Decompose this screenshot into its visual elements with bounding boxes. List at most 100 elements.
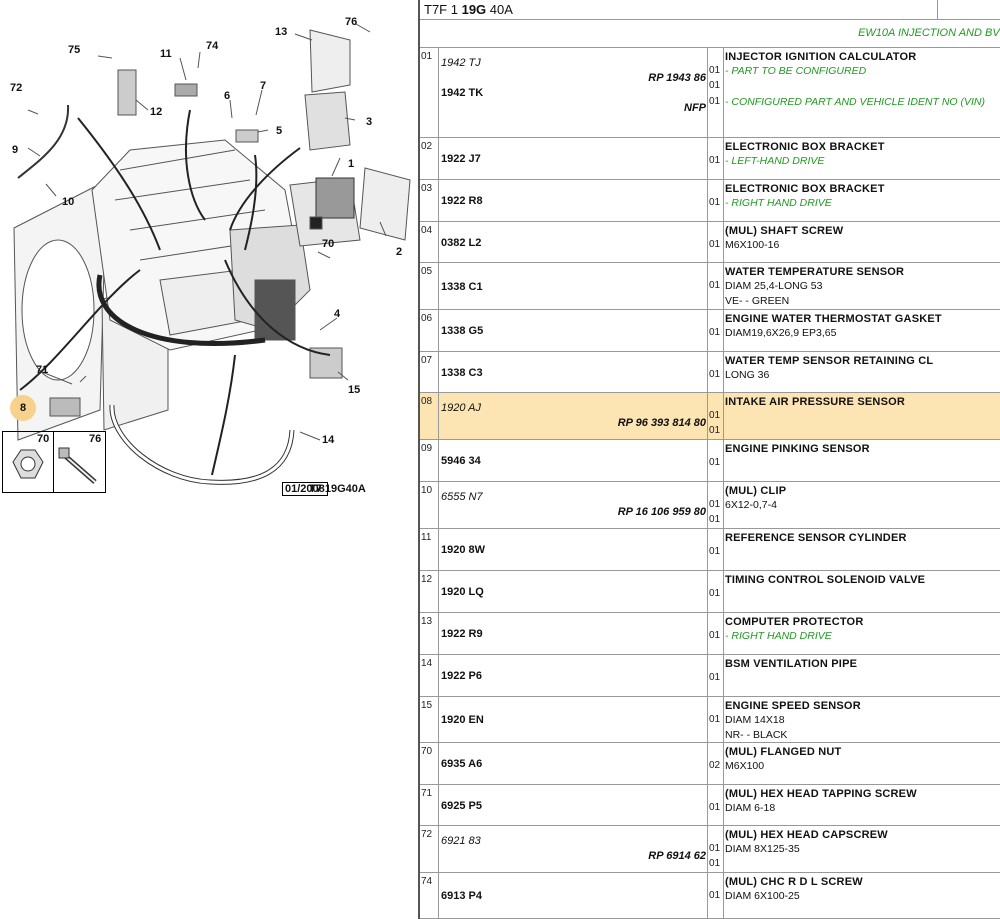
part-reference[interactable]: 1942 TJ (441, 57, 481, 69)
table-row[interactable]: 12 1920 LQ 01 TIMING CONTROL SOLENOID VALVE (420, 571, 1000, 613)
quantity: 01 (709, 197, 721, 208)
callout-3[interactable]: 3 (366, 116, 372, 128)
part-reference[interactable]: 1922 R9 (441, 628, 483, 640)
callout-2[interactable]: 2 (396, 246, 402, 258)
diagram-footer: 01/2008 T7 19G40A (282, 482, 366, 496)
part-description: ELECTRONIC BOX BRACKET (725, 141, 885, 153)
part-reference[interactable]: 1922 R8 (441, 195, 483, 207)
quantity: 01 (709, 155, 721, 166)
quantity: 01 (709, 714, 721, 725)
replacement-ref[interactable]: NFP (684, 102, 706, 114)
part-reference[interactable]: 6925 P5 (441, 800, 482, 812)
callout-7[interactable]: 7 (260, 80, 266, 92)
part-description: TIMING CONTROL SOLENOID VALVE (725, 574, 926, 586)
table-row[interactable]: 11 1920 8W 01 REFERENCE SENSOR CYLINDER (420, 529, 1000, 571)
callout-10[interactable]: 10 (62, 196, 74, 208)
table-row[interactable]: 74 6913 P4 01 (MUL) CHC R D L SCREW DIAM 6X1… (420, 873, 1000, 919)
part-reference[interactable]: 6555 N7 (441, 491, 483, 503)
part-description: (MUL) CLIP (725, 485, 787, 497)
replacement-ref[interactable]: RP 96 393 814 80 (618, 417, 706, 429)
part-reference[interactable]: 1922 P6 (441, 670, 482, 682)
item-number: 72 (421, 829, 433, 840)
part-description: (MUL) HEX HEAD CAPSCREW (725, 829, 888, 841)
table-row[interactable]: 70 6935 A6 02 (MUL) FLANGED NUT M6X100 (420, 743, 1000, 785)
part-reference[interactable]: 1922 J7 (441, 153, 481, 165)
item-number: 08 (421, 396, 433, 407)
quantity: 01 (709, 630, 721, 641)
table-row[interactable]: 01 1942 TJ RP 1943 86 1942 TK NFP 01 01 01 INJEC… (420, 48, 1000, 138)
part-reference[interactable]: 5946 34 (441, 455, 481, 467)
part-spec: 6X12-0,7-4 (725, 499, 777, 511)
part-reference[interactable]: 1920 EN (441, 714, 484, 726)
part-reference[interactable]: 1338 G5 (441, 325, 483, 337)
part-reference[interactable]: 6921 83 (441, 835, 481, 847)
item-number: 71 (421, 788, 433, 799)
callout-76[interactable]: 76 (345, 16, 357, 28)
callout-72[interactable]: 72 (10, 82, 22, 94)
callout-11[interactable]: 11 (160, 48, 172, 60)
part-reference[interactable]: 1920 AJ (441, 402, 481, 414)
part-reference[interactable]: 1920 LQ (441, 586, 484, 598)
item-number: 03 (421, 183, 433, 194)
table-row[interactable]: 05 1338 C1 01 WATER TEMPERATURE SENSOR DIAM … (420, 263, 1000, 310)
part-reference[interactable]: 1942 TK (441, 87, 483, 99)
callout-12[interactable]: 12 (150, 106, 162, 118)
part-spec: VE- - GREEN (725, 295, 790, 307)
table-row[interactable]: 09 5946 34 01 ENGINE PINKING SENSOR (420, 440, 1000, 482)
table-row[interactable]: 06 1338 G5 01 ENGINE WATER THERMOSTAT GASKE… (420, 310, 1000, 352)
callout-70[interactable]: 70 (322, 238, 334, 250)
callout-14[interactable]: 14 (322, 434, 334, 446)
quantity: 01 (709, 410, 721, 421)
table-row[interactable]: 10 6555 N7 RP 16 106 959 80 01 01 (MUL) CLIP 6… (420, 482, 1000, 529)
part-reference[interactable]: 6913 P4 (441, 890, 482, 902)
replacement-ref[interactable]: RP 16 106 959 80 (618, 506, 706, 518)
table-row[interactable]: 04 0382 L2 01 (MUL) SHAFT SCREW M6X100-16 (420, 222, 1000, 263)
part-spec: M6X100-16 (725, 239, 780, 251)
part-description: COMPUTER PROTECTOR (725, 616, 864, 628)
part-description: (MUL) HEX HEAD TAPPING SCREW (725, 788, 917, 800)
table-row[interactable]: 13 1922 R9 01 COMPUTER PROTECTOR - RIGHT HAN… (420, 613, 1000, 655)
part-description: (MUL) FLANGED NUT (725, 746, 842, 758)
callout-71[interactable]: 71 (36, 364, 48, 376)
quantity: 01 (709, 425, 721, 436)
quantity: 01 (709, 239, 721, 250)
table-row[interactable]: 03 1922 R8 01 ELECTRONIC BOX BRACKET - RIGHT… (420, 180, 1000, 222)
plate-subtitle: EW10A INJECTION AND BVM L (858, 27, 1000, 39)
table-row[interactable]: 71 6925 P5 01 (MUL) HEX HEAD TAPPING SCREW D… (420, 785, 1000, 826)
callout-9[interactable]: 9 (12, 144, 18, 156)
table-row[interactable]: 08 1920 AJ RP 96 393 814 80 01 01 INTAKE AIR … (420, 393, 1000, 440)
quantity: 01 (709, 499, 721, 510)
fitment-note: - RIGHT HAND DRIVE (725, 197, 832, 209)
callout-6[interactable]: 6 (224, 90, 230, 102)
plate-code: T7F 1 19G 40A (424, 2, 513, 17)
part-reference[interactable]: 1338 C1 (441, 281, 483, 293)
part-spec: M6X100 (725, 760, 765, 772)
callout-74[interactable]: 74 (206, 40, 218, 52)
item-number: 15 (421, 700, 433, 711)
callout-75[interactable]: 75 (68, 44, 80, 56)
table-row[interactable]: 07 1338 C3 01 WATER TEMP SENSOR RETAINING C… (420, 352, 1000, 393)
item-number: 10 (421, 485, 433, 496)
quantity: 01 (709, 588, 721, 599)
fitment-note: - PART TO BE CONFIGURED (725, 65, 867, 77)
table-row[interactable]: 14 1922 P6 01 BSM VENTILATION PIPE (420, 655, 1000, 697)
callout-4[interactable]: 4 (334, 308, 340, 320)
table-row[interactable]: 15 1920 EN 01 ENGINE SPEED SENSOR DIAM 14X18… (420, 697, 1000, 743)
part-reference[interactable]: 1920 8W (441, 544, 485, 556)
part-reference[interactable]: 6935 A6 (441, 758, 482, 770)
part-reference[interactable]: 1338 C3 (441, 367, 483, 379)
table-row[interactable]: 02 1922 J7 01 ELECTRONIC BOX BRACKET - LEFT-… (420, 138, 1000, 180)
callout-8-selected[interactable]: 8 (10, 395, 36, 421)
parts-list: T7F 1 19G 40A EW10A INJECTION AND BVM L … (418, 0, 1000, 919)
item-number: 05 (421, 266, 433, 277)
replacement-ref[interactable]: RP 1943 86 (648, 72, 706, 84)
parts-diagram: 76 13 75 11 74 72 7 6 12 3 5 9 1 10 70 2… (0, 0, 418, 919)
quantity: 01 (709, 858, 721, 869)
replacement-ref[interactable]: RP 6914 62 (648, 850, 706, 862)
callout-13[interactable]: 13 (275, 26, 287, 38)
callout-5[interactable]: 5 (276, 125, 282, 137)
callout-15[interactable]: 15 (348, 384, 360, 396)
table-row[interactable]: 72 6921 83 RP 6914 62 01 01 (MUL) HEX HEAD CA… (420, 826, 1000, 873)
callout-1[interactable]: 1 (348, 158, 354, 170)
part-reference[interactable]: 0382 L2 (441, 237, 481, 249)
